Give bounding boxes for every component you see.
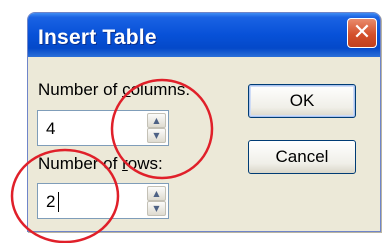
annotation-overlay — [10, 78, 214, 243]
annotation-circle-columns — [110, 78, 214, 180]
annotation-circle-rows — [10, 148, 120, 243]
